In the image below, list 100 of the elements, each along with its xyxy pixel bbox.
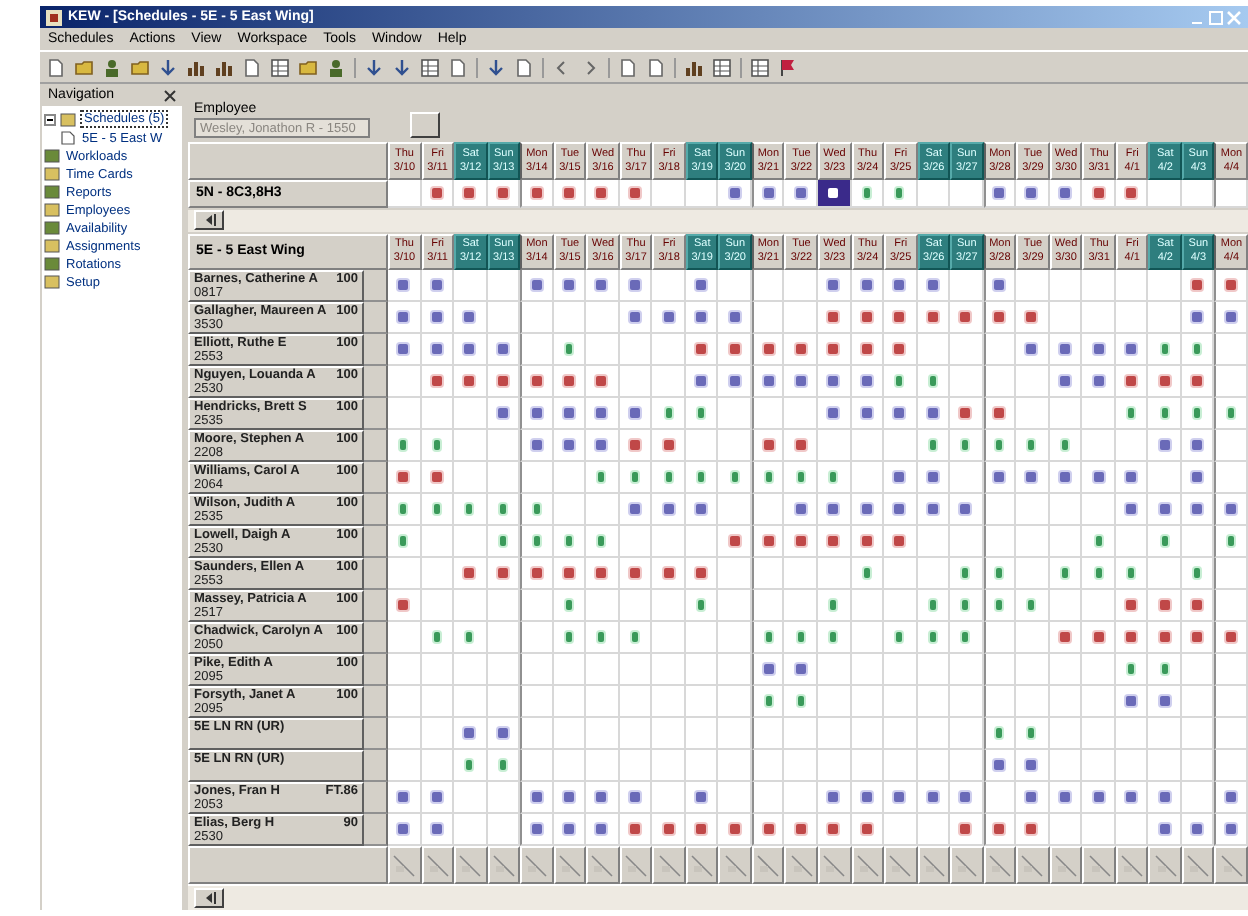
- shift-marker-icon: [1226, 791, 1237, 802]
- maximize-icon[interactable]: [1208, 9, 1224, 25]
- arrow-icon[interactable]: [392, 57, 412, 77]
- shift-marker-icon: [828, 343, 839, 354]
- shift-marker-icon: [531, 439, 542, 450]
- shift-marker-icon: [398, 471, 409, 482]
- folder-icon[interactable]: [74, 57, 94, 77]
- shift-marker-icon: [1093, 187, 1104, 198]
- shift-marker-icon: [464, 375, 475, 386]
- arrow-icon[interactable]: [364, 57, 384, 77]
- shift-marker-icon: [1060, 791, 1071, 802]
- shift-marker-icon: [1093, 375, 1104, 386]
- shift-marker-icon: [1062, 439, 1069, 450]
- shift-marker-icon: [960, 823, 971, 834]
- browse-button[interactable]: [410, 112, 440, 139]
- shift-marker-icon: [531, 791, 542, 802]
- shift-marker-icon: [896, 631, 903, 642]
- shift-marker-icon: [861, 535, 872, 546]
- grid-icon[interactable]: [270, 57, 290, 77]
- shift-marker-icon: [1159, 695, 1170, 706]
- shift-marker-icon: [563, 439, 574, 450]
- shift-marker-icon: [464, 567, 475, 578]
- shift-marker-icon: [863, 567, 870, 578]
- shift-marker-icon: [433, 439, 440, 450]
- grid-icon[interactable]: [420, 57, 440, 77]
- shift-marker-icon: [1060, 375, 1071, 386]
- arrow-icon[interactable]: [158, 57, 178, 77]
- shift-marker-icon: [497, 407, 508, 418]
- collapse-icon[interactable]: [44, 113, 56, 125]
- shift-marker-icon: [861, 407, 872, 418]
- shift-marker-icon: [630, 279, 641, 290]
- shift-marker-icon: [765, 631, 772, 642]
- summary-cell: [950, 845, 984, 885]
- shift-marker-icon: [994, 471, 1005, 482]
- shift-marker-icon: [861, 311, 872, 322]
- shift-marker-icon: [563, 567, 574, 578]
- shift-marker-icon: [1128, 407, 1135, 418]
- shift-marker-icon: [1128, 663, 1135, 674]
- shift-marker-icon: [1226, 631, 1237, 642]
- scroll-button[interactable]: [194, 888, 224, 909]
- shift-marker-icon: [994, 407, 1005, 418]
- shift-marker-icon: [929, 631, 936, 642]
- shift-marker-icon: [927, 791, 938, 802]
- shift-marker-icon: [596, 439, 607, 450]
- shift-marker-icon: [596, 567, 607, 578]
- summary-cell: [520, 845, 554, 885]
- shift-marker-icon: [962, 631, 969, 642]
- shift-marker-icon: [533, 503, 540, 514]
- shift-marker-icon: [896, 375, 903, 386]
- shift-marker-icon: [1026, 311, 1037, 322]
- shift-marker-icon: [696, 823, 707, 834]
- shift-marker-icon: [1159, 791, 1170, 802]
- shift-marker-icon: [1060, 187, 1071, 198]
- shift-marker-icon: [861, 503, 872, 514]
- summary-cell: [586, 845, 620, 885]
- shift-marker-icon: [797, 695, 804, 706]
- folder-icon[interactable]: [298, 57, 318, 77]
- scroll-bar[interactable]: [188, 884, 1248, 910]
- bar-chart-icon[interactable]: [684, 57, 704, 77]
- shift-marker-icon: [894, 311, 905, 322]
- summary-cell: [388, 845, 422, 885]
- shift-marker-icon: [596, 407, 607, 418]
- flag-icon[interactable]: [778, 57, 798, 77]
- shift-marker-icon: [960, 407, 971, 418]
- shift-marker-icon: [729, 311, 740, 322]
- shift-marker-icon: [830, 631, 837, 642]
- shift-marker-icon: [1028, 727, 1035, 738]
- shift-marker-icon: [797, 471, 804, 482]
- shift-marker-icon: [598, 535, 605, 546]
- shift-marker-icon: [894, 279, 905, 290]
- shift-marker-icon: [696, 343, 707, 354]
- shift-marker-icon: [466, 503, 473, 514]
- shift-marker-icon: [795, 375, 806, 386]
- shift-marker-icon: [828, 375, 839, 386]
- person-icon[interactable]: [102, 57, 122, 77]
- grid-icon[interactable]: [750, 57, 770, 77]
- grid-icon[interactable]: [712, 57, 732, 77]
- shift-marker-icon: [398, 791, 409, 802]
- shift-marker-icon: [828, 407, 839, 418]
- shift-marker-icon: [1192, 471, 1203, 482]
- shift-marker-icon: [830, 471, 837, 482]
- shift-marker-icon: [960, 503, 971, 514]
- shift-marker-icon: [630, 567, 641, 578]
- arrow-icon[interactable]: [486, 57, 506, 77]
- close-icon[interactable]: [164, 89, 176, 101]
- shift-marker-icon: [563, 407, 574, 418]
- shift-marker-icon: [630, 439, 641, 450]
- shift-marker-icon: [763, 823, 774, 834]
- summary-cell: [1148, 845, 1182, 885]
- shift-marker-icon: [929, 599, 936, 610]
- scroll-left-icon: [201, 892, 217, 905]
- scroll-button[interactable]: [194, 210, 224, 231]
- shift-marker-icon: [663, 567, 674, 578]
- shift-marker-icon: [565, 599, 572, 610]
- shift-marker-icon: [632, 631, 639, 642]
- shift-marker-icon: [863, 187, 870, 198]
- shift-marker-icon: [698, 599, 705, 610]
- folder-icon[interactable]: [130, 57, 150, 77]
- shift-marker-icon: [894, 503, 905, 514]
- person-icon[interactable]: [326, 57, 346, 77]
